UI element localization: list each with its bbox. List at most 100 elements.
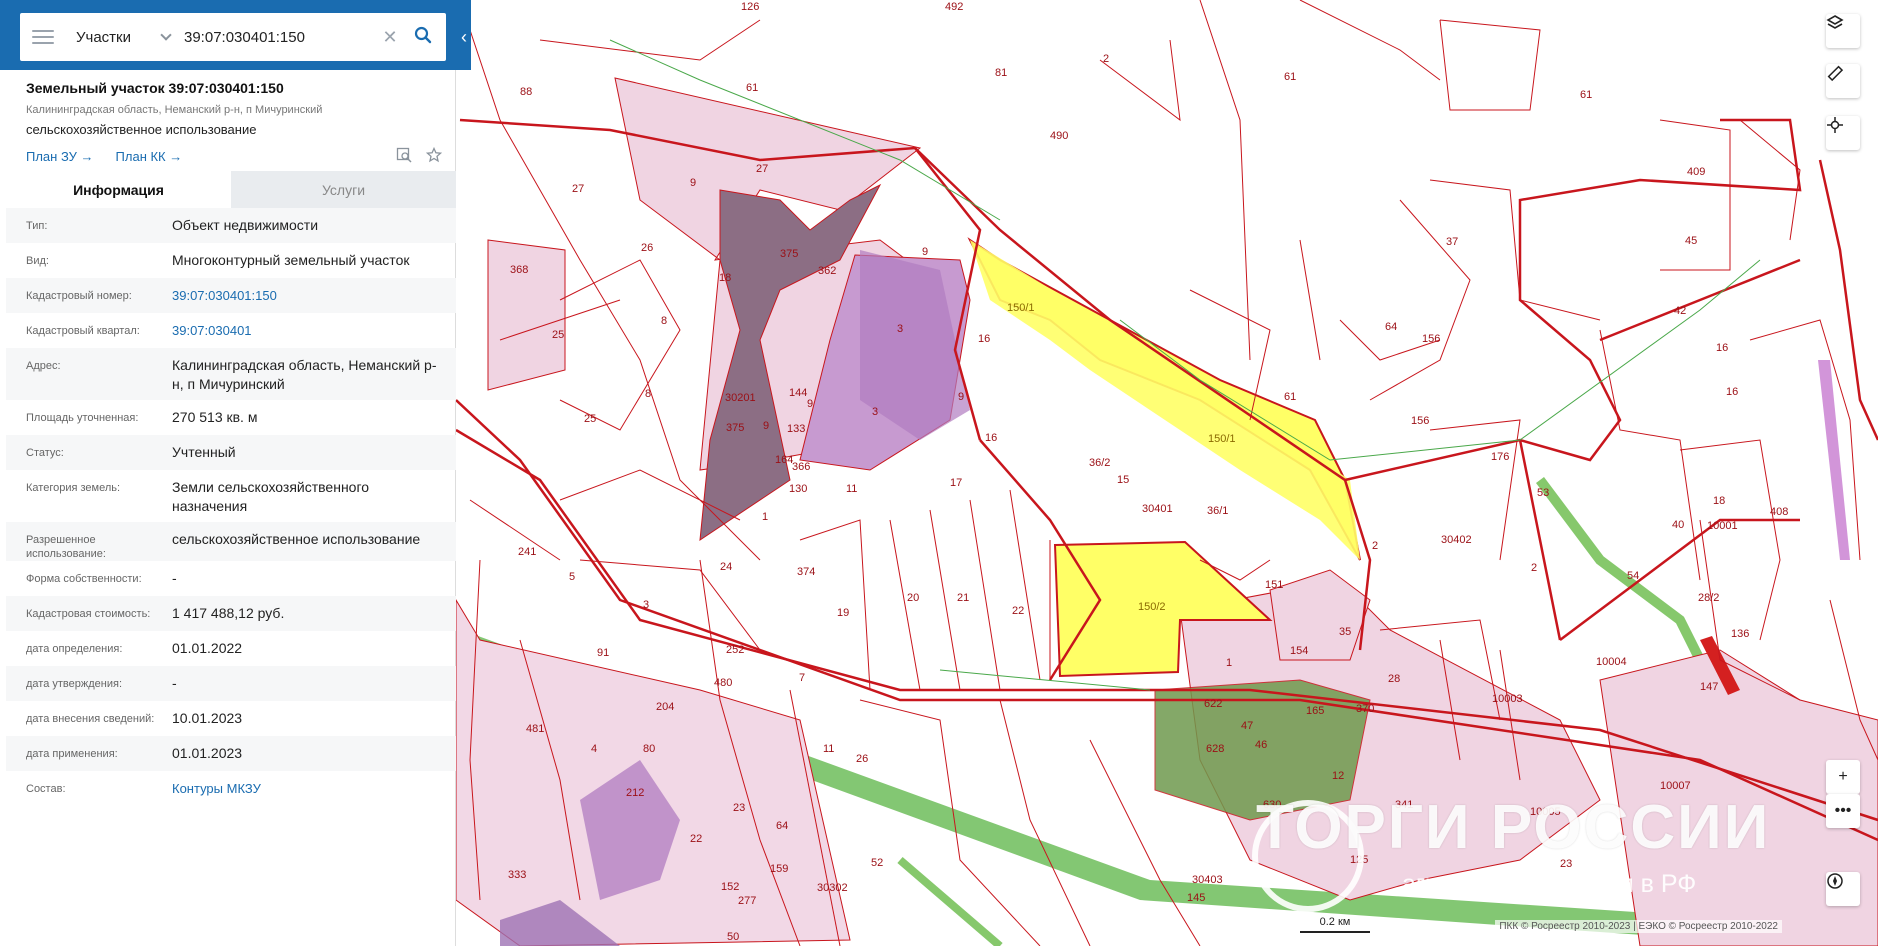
label-2: 2 [1103, 53, 1109, 65]
label-10003: 10003 [1492, 693, 1523, 705]
label-54: 54 [1627, 570, 1639, 582]
locate-button[interactable] [1826, 116, 1860, 150]
property-row: Кадастровая стоимость: 1 417 488,12 руб. [6, 596, 456, 631]
clear-icon[interactable]: ✕ [380, 27, 400, 48]
info-panel: Участки 39:07:030401:150 ✕ ‹ Земельный у… [0, 0, 471, 946]
label-8b: 8 [645, 388, 651, 400]
menu-icon[interactable] [32, 30, 54, 44]
property-label: Адрес: [26, 360, 61, 372]
tab-services[interactable]: Услуги [231, 171, 456, 208]
property-row: Адрес: Калининградская область, Неманский… [6, 348, 456, 400]
layers-button[interactable] [1826, 14, 1860, 48]
label-36-1: 36/1 [1207, 505, 1228, 517]
search-input[interactable]: 39:07:030401:150 [184, 29, 380, 46]
property-label: Статус: [26, 447, 64, 459]
more-button[interactable]: ••• [1826, 794, 1860, 828]
property-value: Калининградская область, Неманский р-н, … [172, 357, 437, 392]
label-150-1b: 150/1 [1208, 433, 1236, 445]
plan-zu-link[interactable]: План ЗУ → [26, 149, 94, 164]
label-370: 370 [1356, 703, 1374, 715]
label-241: 241 [518, 546, 536, 558]
collapse-icon[interactable]: ‹ [457, 20, 471, 54]
label-28: 28 [1388, 673, 1400, 685]
preview-icon[interactable] [396, 147, 412, 166]
label-17: 17 [950, 477, 962, 489]
label-61d: 61 [1284, 391, 1296, 403]
zone-pink-village [1269, 569, 1371, 661]
label-24: 24 [720, 561, 732, 573]
property-row: Кадастровый номер: 39:07:030401:150 [6, 278, 456, 313]
property-row: Категория земель: Земли сельскохозяйствен… [6, 470, 456, 522]
label-40: 40 [1672, 519, 1684, 531]
label-25a: 25 [552, 329, 564, 341]
property-row: Разрешенное использование: сельскохозяйст… [6, 522, 456, 561]
label-2b: 2 [1372, 540, 1378, 552]
label-252: 252 [726, 644, 744, 656]
property-row: Кадастровый квартал: 39:07:030401 [6, 313, 456, 348]
property-row: Площадь уточненная: 270 513 кв. м [6, 400, 456, 435]
property-link[interactable]: Контуры МКЗУ [172, 779, 442, 806]
search-type-select[interactable]: Участки [76, 29, 156, 46]
label-18b: 18 [1713, 495, 1725, 507]
label-19: 19 [837, 607, 849, 619]
star-icon[interactable] [425, 146, 443, 166]
label-159: 159 [770, 863, 788, 875]
tab-information[interactable]: Информация [6, 171, 231, 208]
label-20: 20 [907, 592, 919, 604]
road-green-3 [897, 856, 1003, 946]
property-label: дата утверждения: [26, 678, 123, 690]
label-9e: 9 [807, 398, 813, 410]
property-link[interactable]: 39:07:030401 [172, 321, 442, 348]
watermark-text: ТОРГИ РОССИИ [1256, 793, 1771, 862]
ruler-button[interactable] [1826, 64, 1860, 98]
compass-button[interactable] [1826, 872, 1860, 906]
label-64b: 64 [776, 820, 788, 832]
chevron-down-icon[interactable] [160, 29, 172, 41]
more-icon: ••• [1834, 802, 1852, 819]
label-374: 374 [797, 566, 815, 578]
property-value: - [172, 570, 177, 586]
zoom-in-icon: + [1838, 768, 1848, 785]
property-label: Вид: [26, 255, 49, 267]
label-130: 130 [789, 483, 807, 495]
label-156a: 156 [1422, 333, 1440, 345]
properties-list: Тип: Объект недвижимости Вид: Многоконтурны… [6, 208, 456, 806]
label-3c: 3 [643, 599, 649, 611]
zone-pink-2 [456, 599, 851, 946]
search-button[interactable] [408, 22, 438, 52]
plan-kk-link[interactable]: План КК → [116, 149, 183, 164]
label-61b: 61 [1284, 71, 1296, 83]
label-27a: 27 [756, 163, 768, 175]
plan-links: План ЗУ → План КК → [26, 146, 446, 166]
property-value: 270 513 кв. м [172, 409, 258, 425]
zone-magenta-strip [1818, 360, 1850, 560]
label-333: 333 [508, 869, 526, 881]
label-408: 408 [1770, 506, 1788, 518]
label-409: 409 [1687, 166, 1705, 178]
label-362: 362 [818, 265, 836, 277]
search-bar: Участки 39:07:030401:150 ✕ ‹ [0, 0, 471, 70]
label-16a: 16 [978, 333, 990, 345]
property-row: дата определения: 01.01.2022 [6, 631, 456, 666]
label-9d: 9 [763, 420, 769, 432]
label-154: 154 [1290, 645, 1308, 657]
property-label: дата внесения сведений: [26, 713, 155, 725]
label-64: 64 [1385, 321, 1397, 333]
label-375a: 375 [780, 248, 798, 260]
label-164: 164 [775, 454, 793, 466]
label-150-1a: 150/1 [1007, 302, 1035, 314]
label-5: 5 [569, 571, 575, 583]
cadastral-map[interactable]: 126 492 2 61 88 61 81 490 61 27 27 9 375 362 92… [456, 0, 1878, 946]
object-title: Земельный участок 39:07:030401:150 [26, 80, 284, 96]
property-label: дата определения: [26, 643, 123, 655]
label-22a: 22 [1012, 605, 1024, 617]
zoom-in-button[interactable]: + [1826, 760, 1860, 794]
property-label: дата применения: [26, 748, 118, 760]
property-value: - [172, 675, 177, 691]
label-30401: 30401 [1142, 503, 1173, 515]
label-622: 622 [1204, 698, 1222, 710]
label-8a: 8 [661, 315, 667, 327]
property-row: Вид: Многоконтурный земельный участок [6, 243, 456, 278]
label-52: 52 [871, 857, 883, 869]
property-link[interactable]: 39:07:030401:150 [172, 286, 442, 313]
